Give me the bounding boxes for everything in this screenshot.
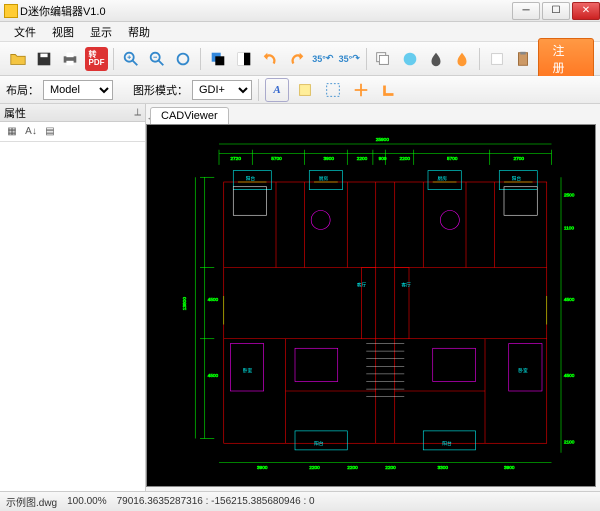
panel-az-icon[interactable]: A↓ <box>23 124 39 140</box>
cad-canvas[interactable]: 25900 2720 5700 3900 2200 900 2200 5700 … <box>146 124 596 487</box>
svg-text:厨房: 厨房 <box>319 175 329 182</box>
panel-header: 属性 ⟂ <box>0 104 145 122</box>
window-controls: ─ ☐ ✕ <box>510 2 600 20</box>
rotate-left-button[interactable]: 35°↶ <box>311 47 334 71</box>
flame-icon[interactable] <box>424 47 447 71</box>
print-button[interactable] <box>59 47 82 71</box>
display-mode-button[interactable] <box>206 47 229 71</box>
tab-cadviewer[interactable]: CADViewer <box>150 107 229 124</box>
svg-text:3900: 3900 <box>324 156 335 162</box>
svg-text:2700: 2700 <box>514 156 525 162</box>
close-button[interactable]: ✕ <box>572 2 600 20</box>
move-button[interactable] <box>349 78 373 102</box>
globe-button[interactable] <box>398 47 421 71</box>
panel-cat-icon[interactable]: ▤ <box>42 124 58 140</box>
blank-button[interactable] <box>485 47 508 71</box>
minimize-button[interactable]: ─ <box>512 2 540 20</box>
svg-text:2200: 2200 <box>385 465 396 471</box>
svg-text:卧室: 卧室 <box>243 367 253 374</box>
text-tool-button[interactable]: A <box>265 78 289 102</box>
highlight-button[interactable] <box>293 78 317 102</box>
svg-text:1100: 1100 <box>564 226 575 232</box>
layout-label: 布局： <box>6 82 39 98</box>
open-button[interactable] <box>6 47 29 71</box>
svg-text:4500: 4500 <box>564 373 575 379</box>
graphics-mode-select[interactable]: GDI+ <box>192 80 252 100</box>
layer-button[interactable] <box>372 47 395 71</box>
status-bar: 示例图.dwg 100.00% 79016.3635287316 : -1562… <box>0 491 600 511</box>
zoom-out-button[interactable] <box>145 47 168 71</box>
color-mode-button[interactable] <box>232 47 255 71</box>
view-area: ◀ CADViewer 25900 2720 5700 3900 2200 90… <box>146 104 600 491</box>
svg-text:2200: 2200 <box>357 156 368 162</box>
app-title: D迷你编辑器V1.0 <box>20 3 106 19</box>
zoom-in-button[interactable] <box>119 47 142 71</box>
svg-text:阳台: 阳台 <box>246 175 256 182</box>
svg-text:2200: 2200 <box>347 465 358 471</box>
save-button[interactable] <box>32 47 55 71</box>
svg-text:3900: 3900 <box>257 465 268 471</box>
svg-text:客厅: 客厅 <box>401 282 411 289</box>
menu-help[interactable]: 帮助 <box>120 22 158 42</box>
svg-text:3900: 3900 <box>504 465 515 471</box>
svg-text:5700: 5700 <box>447 156 458 162</box>
svg-text:阳台: 阳台 <box>512 175 522 182</box>
menu-file[interactable]: 文件 <box>6 22 44 42</box>
panel-body <box>0 142 145 491</box>
panel-title: 属性 <box>4 105 26 121</box>
svg-text:2500: 2500 <box>564 192 575 198</box>
svg-text:4500: 4500 <box>208 297 219 303</box>
svg-text:2200: 2200 <box>309 465 320 471</box>
properties-panel: 属性 ⟂ ▦ A↓ ▤ <box>0 104 146 491</box>
panel-sort-icon[interactable]: ▦ <box>4 124 20 140</box>
secondary-toolbar: 布局： Model 图形模式： GDI+ A <box>0 76 600 104</box>
undo-button[interactable] <box>259 47 282 71</box>
status-zoom: 100.00% <box>67 496 106 507</box>
svg-text:13800: 13800 <box>182 297 188 311</box>
svg-text:2100: 2100 <box>564 439 575 445</box>
layout-select[interactable]: Model <box>43 80 113 100</box>
mode-label: 图形模式： <box>133 82 188 98</box>
app-icon <box>4 4 18 18</box>
menu-display[interactable]: 显示 <box>82 22 120 42</box>
svg-text:3300: 3300 <box>438 465 449 471</box>
svg-text:900: 900 <box>379 156 387 162</box>
corner-button[interactable] <box>377 78 401 102</box>
svg-text:厨房: 厨房 <box>438 175 448 182</box>
title-bar: D迷你编辑器V1.0 ─ ☐ ✕ <box>0 0 600 22</box>
svg-text:阳台: 阳台 <box>314 440 324 447</box>
zoom-fit-button[interactable] <box>172 47 195 71</box>
rotate-right-button[interactable]: 35°↷ <box>338 47 361 71</box>
svg-text:2720: 2720 <box>230 156 241 162</box>
panel-toolbar: ▦ A↓ ▤ <box>0 122 145 142</box>
svg-text:4500: 4500 <box>208 373 219 379</box>
select-button[interactable] <box>321 78 345 102</box>
menu-view[interactable]: 视图 <box>44 22 82 42</box>
droplet-icon[interactable] <box>451 47 474 71</box>
svg-text:25900: 25900 <box>376 137 390 143</box>
body-area: 属性 ⟂ ▦ A↓ ▤ ◀ CADViewer 25900 2720 <box>0 104 600 491</box>
register-button[interactable]: 注 册 <box>538 38 595 80</box>
svg-text:4500: 4500 <box>564 297 575 303</box>
status-file: 示例图.dwg <box>6 494 57 509</box>
svg-text:5700: 5700 <box>271 156 282 162</box>
redo-button[interactable] <box>285 47 308 71</box>
svg-text:阳台: 阳台 <box>442 440 452 447</box>
pin-icon[interactable]: ⟂ <box>134 107 141 118</box>
svg-text:2200: 2200 <box>400 156 411 162</box>
tab-strip: ◀ CADViewer <box>146 104 600 124</box>
maximize-button[interactable]: ☐ <box>542 2 570 20</box>
main-toolbar: 转PDF 35°↶ 35°↷ 注 册 <box>0 42 600 76</box>
clipboard-button[interactable] <box>511 47 534 71</box>
svg-text:卧室: 卧室 <box>518 367 528 374</box>
status-coords: 79016.3635287316 : -156215.385680946 : 0 <box>117 496 315 507</box>
pdf-button[interactable]: 转PDF <box>85 47 108 71</box>
menu-bar: 文件 视图 显示 帮助 <box>0 22 600 42</box>
